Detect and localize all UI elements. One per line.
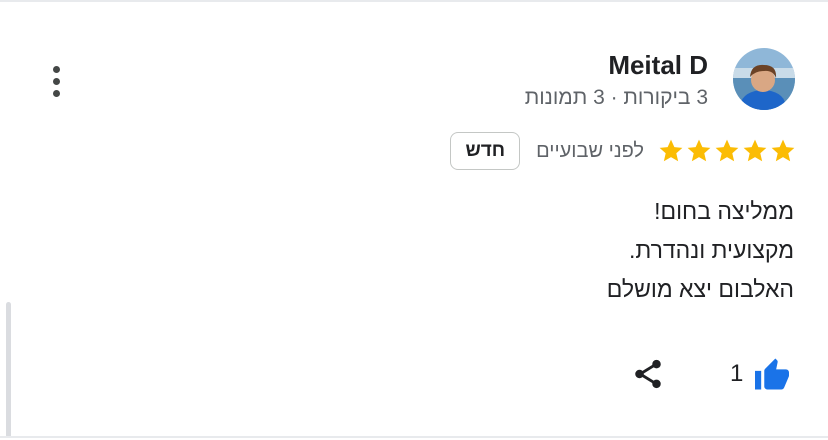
star-icon	[771, 139, 795, 162]
more-options-button[interactable]	[38, 58, 74, 104]
like-button[interactable]: 1	[730, 352, 791, 396]
share-icon	[635, 359, 661, 389]
star-icon	[715, 139, 739, 162]
review-text: ממליצה בחום! מקצועית ונהדרת. האלבום יצא מו…	[234, 192, 794, 309]
more-vertical-icon-dot	[52, 77, 60, 85]
thumb-up-icon	[755, 358, 790, 390]
star-rating	[658, 138, 796, 164]
scroll-indicator[interactable]	[6, 302, 11, 438]
star-icon	[659, 139, 683, 162]
reviewer-avatar[interactable]	[733, 48, 795, 110]
top-divider	[0, 0, 828, 2]
like-count: 1	[730, 360, 744, 387]
share-button[interactable]	[628, 354, 668, 394]
bottom-divider	[0, 436, 828, 438]
new-badge: חדש	[450, 132, 521, 170]
review-time: לפני שבועיים	[536, 139, 644, 162]
star-icon	[687, 139, 711, 162]
reviewer-name[interactable]: Meital D	[608, 50, 708, 81]
more-vertical-icon	[52, 65, 60, 73]
avatar-photo	[733, 48, 795, 110]
review-text-line: ממליצה בחום!	[654, 198, 794, 224]
rating-row: לפני שבועיים חדש	[450, 128, 796, 174]
review-text-line: מקצועית ונהדרת.	[629, 237, 794, 263]
star-icon	[743, 139, 767, 162]
review-text-line: האלבום יצא מושלם	[606, 276, 794, 302]
more-vertical-icon-dot	[52, 89, 60, 97]
reviewer-meta: 3 ביקורות · 3 תמונות	[524, 86, 708, 109]
